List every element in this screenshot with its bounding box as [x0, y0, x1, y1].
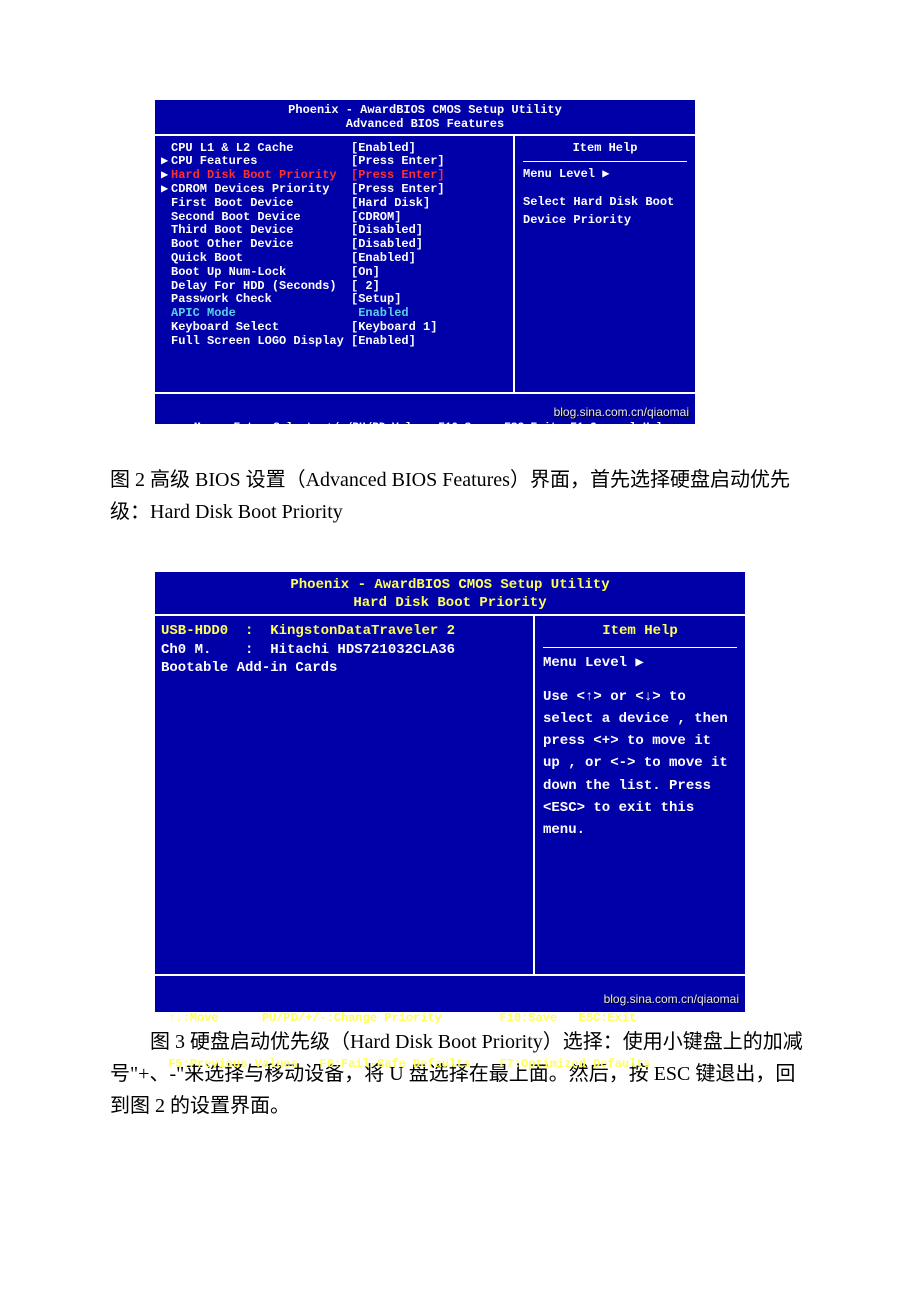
watermark: blog.sina.com.cn/qiaomai: [554, 406, 689, 420]
bios-setting-row: Keyboard Select[Keyboard 1]: [161, 321, 507, 335]
setting-value: [Press Enter]: [351, 169, 445, 183]
menu-triangle-icon: ▶: [161, 155, 171, 169]
menu-triangle-icon: ▶: [161, 183, 171, 197]
bios-setting-row: ▶Hard Disk Boot Priority[Press Enter]: [161, 169, 507, 183]
help-text: down the list. Press: [543, 777, 737, 795]
setting-label: Second Boot Device: [171, 211, 351, 225]
setting-label: CDROM Devices Priority: [171, 183, 351, 197]
device-label: Bootable Add-in Cards: [161, 659, 337, 677]
bios-screenshot-2: Phoenix - AwardBIOS CMOS Setup Utility H…: [155, 572, 745, 1012]
setting-value: [Setup]: [351, 293, 401, 307]
setting-label: Hard Disk Boot Priority: [171, 169, 351, 183]
watermark: blog.sina.com.cn/qiaomai: [604, 992, 739, 1008]
setting-value: [Press Enter]: [351, 183, 445, 197]
menu-triangle-icon: [161, 293, 171, 307]
menu-level: Menu Level ▶: [543, 654, 737, 672]
setting-value: [Enabled]: [351, 335, 416, 349]
setting-value: [CDROM]: [351, 211, 401, 225]
setting-label: Quick Boot: [171, 252, 351, 266]
bios-setting-row: Passwork Check[Setup]: [161, 293, 507, 307]
menu-triangle-icon: [161, 321, 171, 335]
device-label: USB-HDD0 : KingstonDataTraveler 2: [161, 622, 455, 640]
bios-setting-row: ▶CPU Features[Press Enter]: [161, 155, 507, 169]
setting-value: [Disabled]: [351, 224, 423, 238]
menu-triangle-icon: [161, 335, 171, 349]
setting-label: Passwork Check: [171, 293, 351, 307]
help-desc: Select Hard Disk Boot: [523, 196, 687, 210]
help-text: Use <↑> or <↓> to: [543, 688, 737, 706]
help-text: menu.: [543, 821, 737, 839]
setting-value: Enabled: [351, 307, 409, 321]
setting-label: CPU L1 & L2 Cache: [171, 142, 351, 156]
bios-setting-row: APIC Mode Enabled: [161, 307, 507, 321]
menu-triangle-icon: ▶: [161, 169, 171, 183]
bios-setting-row: Boot Other Device[Disabled]: [161, 238, 507, 252]
menu-triangle-icon: [161, 307, 171, 321]
help-text: select a device , then: [543, 710, 737, 728]
bios-setting-row: Boot Up Num-Lock[On]: [161, 266, 507, 280]
help-desc: Device Priority: [523, 214, 687, 228]
setting-label: Full Screen LOGO Display: [171, 335, 351, 349]
menu-triangle-icon: [161, 224, 171, 238]
bios1-help-pane: Item Help Menu Level ▶ Select Hard Disk …: [515, 136, 695, 392]
setting-label: CPU Features: [171, 155, 351, 169]
bios2-devices-pane: USB-HDD0 : KingstonDataTraveler 2Ch0 M. …: [155, 616, 535, 974]
bios-setting-row: First Boot Device[Hard Disk]: [161, 197, 507, 211]
setting-label: APIC Mode: [171, 307, 351, 321]
menu-triangle-icon: [161, 238, 171, 252]
setting-value: [Press Enter]: [351, 155, 445, 169]
bios1-body: CPU L1 & L2 Cache[Enabled]▶CPU Features[…: [155, 134, 695, 392]
footer-line: ↑↓:Move PU/PD/+/-:Change Priority F10:Sa…: [161, 1011, 739, 1027]
boot-device-row: Bootable Add-in Cards: [161, 659, 527, 677]
menu-triangle-icon: [161, 142, 171, 156]
bios-setting-row: ▶CDROM Devices Priority[Press Enter]: [161, 183, 507, 197]
menu-triangle-icon: [161, 197, 171, 211]
bios2-body: USB-HDD0 : KingstonDataTraveler 2Ch0 M. …: [155, 614, 745, 974]
menu-triangle-icon: [161, 280, 171, 294]
setting-label: Boot Other Device: [171, 238, 351, 252]
help-text: <ESC> to exit this: [543, 799, 737, 817]
footer-line: F5:Previous Values F6:Fail-Safe Defaults…: [161, 1057, 739, 1073]
setting-label: Keyboard Select: [171, 321, 351, 335]
boot-device-row: Ch0 M. : Hitachi HDS721032CLA36: [161, 641, 527, 659]
bios-setting-row: Quick Boot[Enabled]: [161, 252, 507, 266]
setting-label: First Boot Device: [171, 197, 351, 211]
bios1-title: Phoenix - AwardBIOS CMOS Setup Utility: [155, 100, 695, 118]
menu-triangle-icon: [161, 266, 171, 280]
help-title: Item Help: [543, 622, 737, 647]
help-title: Item Help: [523, 142, 687, 163]
setting-label: Delay For HDD (Seconds): [171, 280, 351, 294]
setting-value: [Enabled]: [351, 142, 416, 156]
bios-setting-row: Full Screen LOGO Display[Enabled]: [161, 335, 507, 349]
bios1-settings-pane: CPU L1 & L2 Cache[Enabled]▶CPU Features[…: [155, 136, 515, 392]
bios2-subtitle: Hard Disk Boot Priority: [155, 594, 745, 614]
setting-label: Third Boot Device: [171, 224, 351, 238]
menu-level: Menu Level ▶: [523, 168, 687, 182]
bios2-title: Phoenix - AwardBIOS CMOS Setup Utility: [155, 572, 745, 594]
setting-value: [Keyboard 1]: [351, 321, 437, 335]
footer-line: ↑↓←→:Move Enter:Select +/-/PU/PD:Value F…: [161, 422, 689, 435]
help-text: up , or <-> to move it: [543, 754, 737, 772]
menu-triangle-icon: [161, 252, 171, 266]
boot-device-row: USB-HDD0 : KingstonDataTraveler 2: [161, 622, 527, 640]
menu-triangle-icon: [161, 211, 171, 225]
bios-screenshot-1: Phoenix - AwardBIOS CMOS Setup Utility A…: [155, 100, 695, 424]
bios1-subtitle: Advanced BIOS Features: [155, 118, 695, 134]
footer-line: F5: Previous Values F6:Fail-Safe Default…: [161, 460, 689, 473]
setting-value: [On]: [351, 266, 380, 280]
bios2-help-pane: Item Help Menu Level ▶ Use <↑> or <↓> to…: [535, 616, 745, 974]
setting-value: [Enabled]: [351, 252, 416, 266]
setting-label: Boot Up Num-Lock: [171, 266, 351, 280]
setting-value: [ 2]: [351, 280, 380, 294]
device-label: Ch0 M. : Hitachi HDS721032CLA36: [161, 641, 455, 659]
bios-setting-row: CPU L1 & L2 Cache[Enabled]: [161, 142, 507, 156]
bios-setting-row: Third Boot Device[Disabled]: [161, 224, 507, 238]
setting-value: [Disabled]: [351, 238, 423, 252]
setting-value: [Hard Disk]: [351, 197, 430, 211]
help-text: press <+> to move it: [543, 732, 737, 750]
bios-setting-row: Delay For HDD (Seconds)[ 2]: [161, 280, 507, 294]
bios-setting-row: Second Boot Device[CDROM]: [161, 211, 507, 225]
